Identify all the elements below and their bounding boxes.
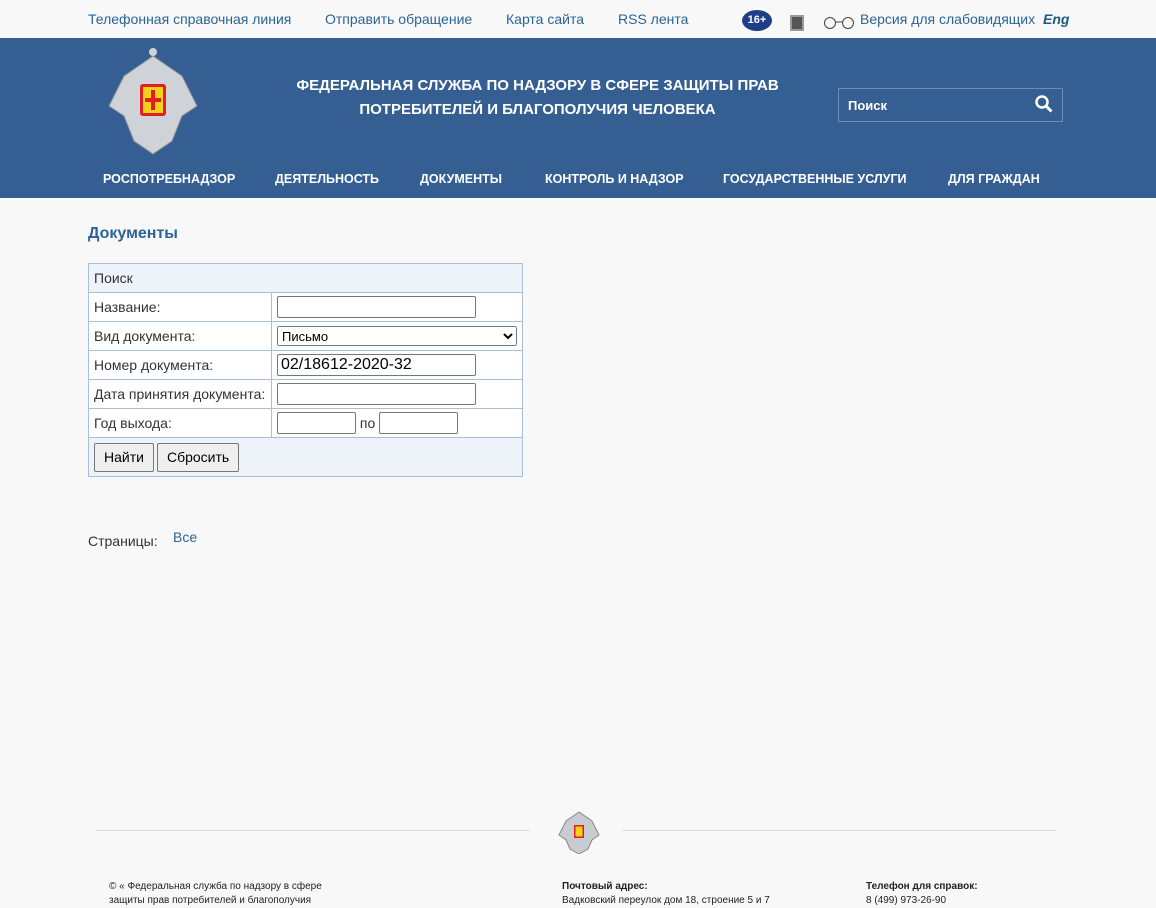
- footer-address: Почтовый адрес: Вадковский переулок дом 1…: [562, 881, 770, 906]
- nav-services[interactable]: ГОСУДАРСТВЕННЫЕ УСЛУГИ: [723, 172, 907, 186]
- form-heading: Поиск: [88, 263, 523, 293]
- glasses-icon[interactable]: [822, 16, 856, 32]
- footer-copyright: © « Федеральная служба по надзору в сфер…: [109, 881, 322, 906]
- age-rating-badge: 16+: [742, 10, 772, 31]
- search-box: [838, 88, 1063, 122]
- rss-link[interactable]: RSS лента: [618, 11, 688, 27]
- sitemap-link[interactable]: Карта сайта: [506, 11, 584, 27]
- footer-emblem-icon: [558, 811, 600, 854]
- footer-divider: [622, 830, 1057, 831]
- site-title: ФЕДЕРАЛЬНАЯ СЛУЖБА ПО НАДЗОРУ В СФЕРЕ ЗА…: [296, 77, 779, 118]
- document-type-select[interactable]: Письмо: [277, 326, 517, 346]
- year-to-input[interactable]: [379, 412, 459, 434]
- date-label: Дата принятия документа:: [88, 379, 272, 409]
- footer-phone: Телефон для справок: 8 (499) 973-26-90: [866, 881, 978, 906]
- nav-rospotrebnadzor[interactable]: РОСПОТРЕБНАДЗОР: [103, 172, 235, 186]
- name-input[interactable]: [277, 296, 476, 318]
- year-to-label: по: [359, 415, 376, 431]
- nav-documents[interactable]: ДОКУМЕНТЫ: [420, 172, 502, 186]
- header: ФЕДЕРАЛЬНАЯ СЛУЖБА ПО НАДЗОРУ В СФЕРЕ ЗА…: [0, 38, 1156, 198]
- top-bar: Телефонная справочная линия Отправить об…: [0, 0, 1156, 38]
- english-link[interactable]: Eng: [1043, 11, 1069, 27]
- search-icon[interactable]: [1035, 95, 1053, 113]
- send-appeal-link[interactable]: Отправить обращение: [325, 11, 472, 27]
- pages-all-link[interactable]: Все: [173, 529, 197, 545]
- search-form: Поиск Название: Вид документа: Письмо Ном…: [88, 263, 523, 477]
- year-from-input[interactable]: [277, 412, 356, 434]
- emblem-logo[interactable]: [104, 46, 202, 156]
- sitemap-icon[interactable]: [790, 15, 804, 31]
- accessibility-link[interactable]: Версия для слабовидящих: [860, 11, 1035, 27]
- year-label: Год выхода:: [88, 408, 272, 438]
- nav-activity[interactable]: ДЕЯТЕЛЬНОСТЬ: [275, 172, 379, 186]
- name-label: Название:: [88, 292, 272, 322]
- type-label: Вид документа:: [88, 321, 272, 351]
- number-input[interactable]: [277, 354, 476, 376]
- search-input[interactable]: [839, 89, 1019, 121]
- footer-divider: [95, 830, 530, 831]
- page-title: Документы: [88, 225, 178, 242]
- reset-button[interactable]: Сбросить: [156, 442, 240, 472]
- date-input[interactable]: [277, 383, 476, 405]
- pages-label: Страницы:: [88, 533, 158, 549]
- find-button[interactable]: Найти: [94, 442, 154, 472]
- nav-control[interactable]: КОНТРОЛЬ И НАДЗОР: [545, 172, 684, 186]
- number-label: Номер документа:: [88, 350, 272, 380]
- pagination: Страницы: Все: [88, 529, 197, 549]
- nav-citizens[interactable]: ДЛЯ ГРАЖДАН: [948, 172, 1040, 186]
- hotline-link[interactable]: Телефонная справочная линия: [88, 11, 291, 27]
